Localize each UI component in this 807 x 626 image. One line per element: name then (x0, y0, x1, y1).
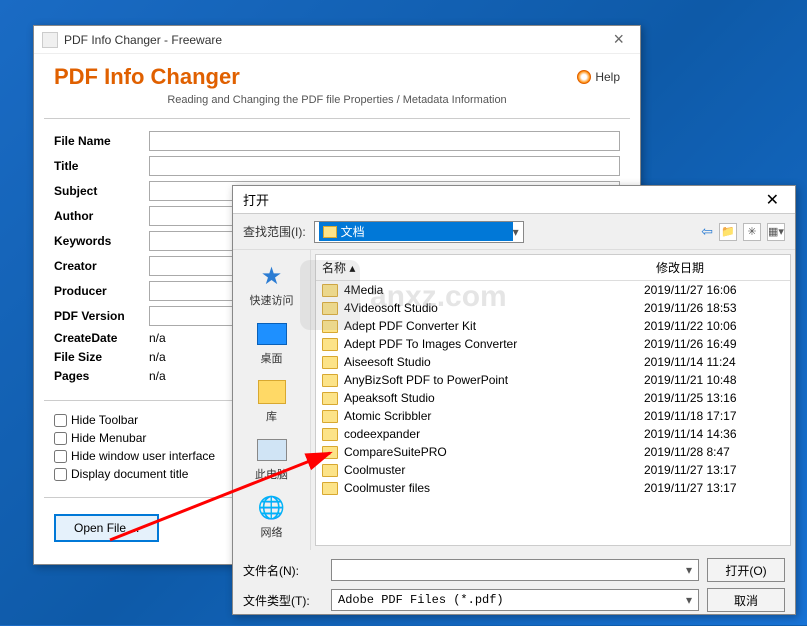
folder-icon (322, 320, 338, 333)
file-list-header: 名称 ▴ 修改日期 (316, 255, 790, 281)
close-icon[interactable]: × (605, 29, 632, 50)
list-item[interactable]: Coolmuster2019/11/27 13:17 (316, 461, 790, 479)
list-item[interactable]: Aiseesoft Studio2019/11/14 11:24 (316, 353, 790, 371)
label-creator: Creator (54, 259, 149, 273)
sort-asc-icon: ▴ (349, 261, 355, 275)
label-producer: Producer (54, 284, 149, 298)
list-item[interactable]: codeexpander2019/11/14 14:36 (316, 425, 790, 443)
divider (44, 118, 630, 119)
input-filename[interactable] (149, 131, 620, 151)
library-icon (258, 380, 286, 404)
place-network[interactable]: 🌐网络 (233, 488, 310, 546)
up-folder-icon[interactable]: 📁 (719, 223, 737, 241)
header: PDF Info Changer Help Reading and Changi… (34, 54, 640, 114)
dialog-toolbar: 查找范围(I): 文档 ▾ ⇦ 📁 ✳ ▦▾ (233, 214, 795, 250)
file-list[interactable]: 名称 ▴ 修改日期 4Media2019/11/27 16:064Videoso… (315, 254, 791, 546)
label-pdfversion: PDF Version (54, 309, 149, 323)
place-quick[interactable]: ★快速访问 (233, 256, 310, 314)
dialog-body: ★快速访问 桌面 库 此电脑 🌐网络 名称 ▴ 修改日期 4Media2019/… (233, 250, 795, 550)
filename-label: 文件名(N): (243, 562, 323, 579)
label-author: Author (54, 209, 149, 223)
folder-icon (322, 302, 338, 315)
label-pages: Pages (54, 369, 149, 383)
list-item[interactable]: 4Videosoft Studio2019/11/26 18:53 (316, 299, 790, 317)
cancel-button[interactable]: 取消 (707, 588, 785, 612)
new-folder-icon[interactable]: ✳ (743, 223, 761, 241)
input-title[interactable] (149, 156, 620, 176)
app-title: PDF Info Changer (54, 64, 240, 90)
dialog-bottom: 文件名(N): ▾ 打开(O) 文件类型(T): Adobe PDF Files… (233, 550, 795, 626)
lookin-select[interactable]: 文档 ▾ (314, 221, 524, 243)
help-link[interactable]: Help (577, 70, 620, 84)
help-icon (577, 70, 591, 84)
open-file-button[interactable]: Open File ... (54, 514, 159, 542)
col-date[interactable]: 修改日期 (650, 255, 790, 280)
open-dialog: 打开 ✕ 查找范围(I): 文档 ▾ ⇦ 📁 ✳ ▦▾ ★快速访问 桌面 库 此… (232, 185, 796, 615)
check-hide-menubar[interactable] (54, 432, 67, 445)
check-hide-windowui[interactable] (54, 450, 67, 463)
filetype-select[interactable]: Adobe PDF Files (*.pdf)▾ (331, 589, 699, 611)
label-subject: Subject (54, 184, 149, 198)
places-bar: ★快速访问 桌面 库 此电脑 🌐网络 (233, 250, 311, 550)
place-library[interactable]: 库 (233, 372, 310, 430)
list-item[interactable]: Adept PDF Converter Kit2019/11/22 10:06 (316, 317, 790, 335)
label-filesize: File Size (54, 350, 149, 364)
folder-icon (322, 392, 338, 405)
dialog-title: 打开 (243, 190, 269, 209)
filetype-label: 文件类型(T): (243, 592, 323, 609)
place-thispc[interactable]: 此电脑 (233, 430, 310, 488)
folder-icon (322, 428, 338, 441)
dialog-titlebar[interactable]: 打开 ✕ (233, 186, 795, 214)
label-filename: File Name (54, 134, 149, 148)
check-hide-toolbar[interactable] (54, 414, 67, 427)
filename-input[interactable]: ▾ (331, 559, 699, 581)
lookin-label: 查找范围(I): (243, 223, 306, 240)
view-menu-icon[interactable]: ▦▾ (767, 223, 785, 241)
back-icon[interactable]: ⇦ (701, 223, 713, 240)
dialog-close-icon[interactable]: ✕ (760, 190, 785, 210)
folder-icon (322, 338, 338, 351)
list-item[interactable]: AnyBizSoft PDF to PowerPoint2019/11/21 1… (316, 371, 790, 389)
label-keywords: Keywords (54, 234, 149, 248)
folder-icon (322, 410, 338, 423)
list-item[interactable]: Atomic Scribbler2019/11/18 17:17 (316, 407, 790, 425)
label-title: Title (54, 159, 149, 173)
open-button[interactable]: 打开(O) (707, 558, 785, 582)
check-display-doctitle[interactable] (54, 468, 67, 481)
network-icon: 🌐 (256, 494, 288, 522)
place-desktop[interactable]: 桌面 (233, 314, 310, 372)
desktop-icon (257, 323, 287, 345)
list-item[interactable]: Coolmuster files2019/11/27 13:17 (316, 479, 790, 497)
star-icon: ★ (256, 262, 288, 290)
folder-icon (322, 464, 338, 477)
titlebar[interactable]: PDF Info Changer - Freeware × (34, 26, 640, 54)
folder-icon (323, 226, 337, 238)
folder-icon (322, 446, 338, 459)
label-createdate: CreateDate (54, 331, 149, 345)
folder-icon (322, 356, 338, 369)
chevron-down-icon: ▾ (686, 593, 692, 607)
list-item[interactable]: Apeaksoft Studio2019/11/25 13:16 (316, 389, 790, 407)
list-item[interactable]: 4Media2019/11/27 16:06 (316, 281, 790, 299)
folder-icon (322, 374, 338, 387)
col-name[interactable]: 名称 ▴ (316, 255, 650, 280)
subtitle: Reading and Changing the PDF file Proper… (54, 94, 620, 106)
folder-icon (322, 284, 338, 297)
pc-icon (257, 439, 287, 461)
list-item[interactable]: Adept PDF To Images Converter2019/11/26 … (316, 335, 790, 353)
chevron-down-icon: ▾ (686, 563, 692, 577)
app-icon (42, 32, 58, 48)
chevron-down-icon: ▾ (513, 225, 519, 239)
folder-icon (322, 482, 338, 495)
window-title: PDF Info Changer - Freeware (64, 33, 222, 47)
list-item[interactable]: CompareSuitePRO2019/11/28 8:47 (316, 443, 790, 461)
